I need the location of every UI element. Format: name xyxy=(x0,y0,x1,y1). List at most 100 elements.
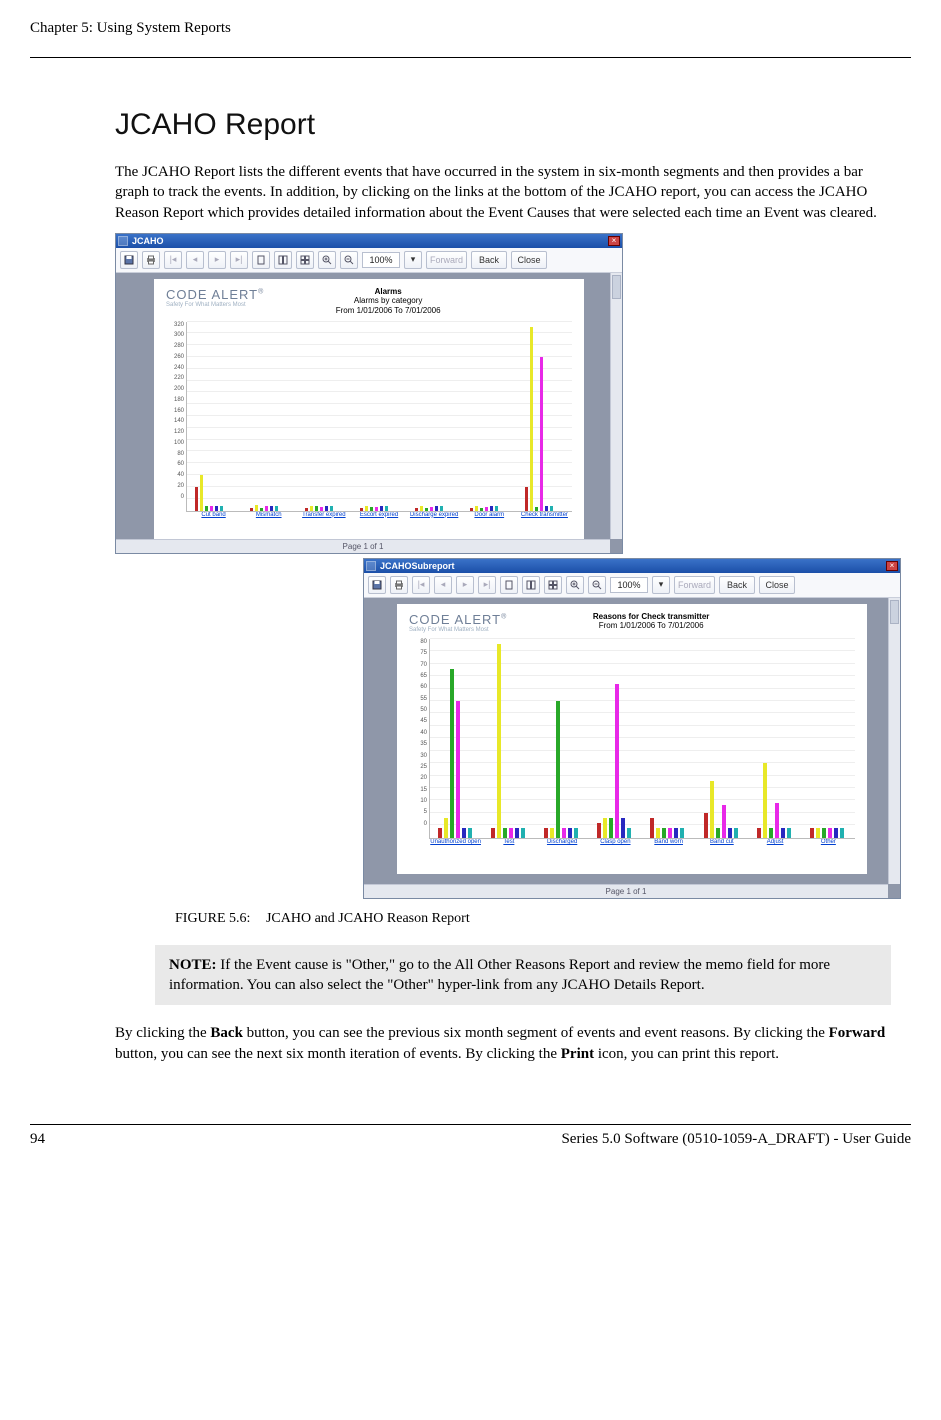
figure-wrap: JCAHO × |◂ ◂ ▸ ▸| 100% ▾ Forward Back Cl… xyxy=(115,233,891,899)
back-button[interactable]: Back xyxy=(471,251,507,269)
category-link[interactable]: Mismatch xyxy=(241,512,296,519)
bar xyxy=(556,701,560,838)
category-link[interactable]: Discharge expired xyxy=(407,512,462,519)
bar xyxy=(365,506,368,511)
print-icon[interactable] xyxy=(390,576,408,594)
nav-next-icon[interactable]: ▸ xyxy=(208,251,226,269)
bar xyxy=(430,507,433,511)
bar xyxy=(662,828,666,838)
x-axis: Cut bandMismatchTransfer expiredEscort e… xyxy=(186,512,572,519)
page-content: JCAHO Report The JCAHO Report lists the … xyxy=(30,108,911,1064)
category-link[interactable]: Transfer expired xyxy=(296,512,351,519)
close-button[interactable]: Close xyxy=(759,576,795,594)
page-mode-1-icon[interactable] xyxy=(252,251,270,269)
nav-prev-icon[interactable]: ◂ xyxy=(186,251,204,269)
report-canvas: CODE ALERT® Safety For What Matters Most… xyxy=(364,598,900,898)
figure-caption-text: JCAHO and JCAHO Reason Report xyxy=(266,911,470,926)
page-mode-2-icon[interactable] xyxy=(522,576,540,594)
bar xyxy=(769,828,773,838)
logo-tagline: Safety For What Matters Most xyxy=(409,627,507,633)
forward-button[interactable]: Forward xyxy=(426,251,467,269)
header-rule xyxy=(30,57,911,58)
zoom-field[interactable]: 100% xyxy=(362,252,400,268)
category-link[interactable]: Adjust xyxy=(749,839,802,846)
bar-group xyxy=(415,506,454,511)
chart-title: Alarms xyxy=(336,287,441,297)
chart-date-range: From 1/01/2006 To 7/01/2006 xyxy=(336,306,441,316)
nav-first-icon[interactable]: |◂ xyxy=(412,576,430,594)
bar-group xyxy=(360,506,399,511)
bar-group xyxy=(810,828,847,838)
closing-text-4: icon, you can print this report. xyxy=(594,1046,779,1062)
bar xyxy=(497,644,501,838)
back-button[interactable]: Back xyxy=(719,576,755,594)
nav-next-icon[interactable]: ▸ xyxy=(456,576,474,594)
save-icon[interactable] xyxy=(368,576,386,594)
bar xyxy=(530,327,533,510)
nav-prev-icon[interactable]: ◂ xyxy=(434,576,452,594)
bar xyxy=(270,506,273,511)
bar xyxy=(456,701,460,838)
print-icon[interactable] xyxy=(142,251,160,269)
category-link[interactable]: Escort expired xyxy=(351,512,406,519)
bar xyxy=(722,805,726,837)
zoom-in-icon[interactable] xyxy=(318,251,336,269)
category-link[interactable]: Unauthorized open xyxy=(429,839,482,846)
zoom-out-icon[interactable] xyxy=(588,576,606,594)
bar xyxy=(485,507,488,511)
nav-last-icon[interactable]: ▸| xyxy=(230,251,248,269)
vertical-scrollbar[interactable] xyxy=(610,273,622,539)
page-mode-2-icon[interactable] xyxy=(274,251,292,269)
chart-date-range: From 1/01/2006 To 7/01/2006 xyxy=(593,621,709,631)
category-link[interactable]: Door alarm xyxy=(462,512,517,519)
bar xyxy=(674,828,678,838)
bar xyxy=(757,828,761,838)
window-close-icon[interactable]: × xyxy=(608,236,620,246)
category-link[interactable]: Discharged xyxy=(536,839,589,846)
logo-block: CODE ALERT® Safety For What Matters Most xyxy=(166,287,264,308)
category-link[interactable]: Test xyxy=(482,839,535,846)
closing-text-2: button, you can see the previous six mon… xyxy=(243,1025,829,1041)
bar xyxy=(315,506,318,511)
bar-group xyxy=(704,781,741,838)
category-link[interactable]: Clasp open xyxy=(589,839,642,846)
bar-group xyxy=(470,506,509,511)
category-link[interactable]: Other xyxy=(802,839,855,846)
category-link[interactable]: Band worn xyxy=(642,839,695,846)
category-link[interactable]: Band cut xyxy=(695,839,748,846)
zoom-dropdown-icon[interactable]: ▾ xyxy=(652,576,670,594)
plot-area xyxy=(429,639,855,839)
save-icon[interactable] xyxy=(120,251,138,269)
page-mode-3-icon[interactable] xyxy=(544,576,562,594)
window-title: JCAHO xyxy=(132,236,608,246)
page-mode-1-icon[interactable] xyxy=(500,576,518,594)
vertical-scrollbar[interactable] xyxy=(888,598,900,884)
print-keyword: Print xyxy=(561,1046,594,1062)
close-button[interactable]: Close xyxy=(511,251,547,269)
bar xyxy=(470,508,473,510)
bar xyxy=(781,828,785,838)
category-link[interactable]: Cut band xyxy=(186,512,241,519)
window-close-icon[interactable]: × xyxy=(886,561,898,571)
bar xyxy=(603,818,607,838)
page-mode-3-icon[interactable] xyxy=(296,251,314,269)
nav-first-icon[interactable]: |◂ xyxy=(164,251,182,269)
zoom-field[interactable]: 100% xyxy=(610,577,648,593)
bar-group xyxy=(650,818,687,838)
forward-button[interactable]: Forward xyxy=(674,576,715,594)
zoom-in-icon[interactable] xyxy=(566,576,584,594)
code-alert-logo: CODE ALERT® xyxy=(166,287,264,302)
section-title: JCAHO Report xyxy=(115,108,891,142)
bar-group xyxy=(525,327,564,510)
category-link[interactable]: Check transmitter xyxy=(517,512,572,519)
bar xyxy=(385,506,388,511)
chart-title-block: Reasons for Check transmitter From 1/01/… xyxy=(593,612,709,631)
zoom-dropdown-icon[interactable]: ▾ xyxy=(404,251,422,269)
bar xyxy=(475,506,478,511)
nav-last-icon[interactable]: ▸| xyxy=(478,576,496,594)
bar-group xyxy=(195,475,234,510)
zoom-out-icon[interactable] xyxy=(340,251,358,269)
bar xyxy=(627,828,631,838)
bar xyxy=(621,818,625,838)
report-page: CODE ALERT® Safety For What Matters Most… xyxy=(397,604,867,874)
